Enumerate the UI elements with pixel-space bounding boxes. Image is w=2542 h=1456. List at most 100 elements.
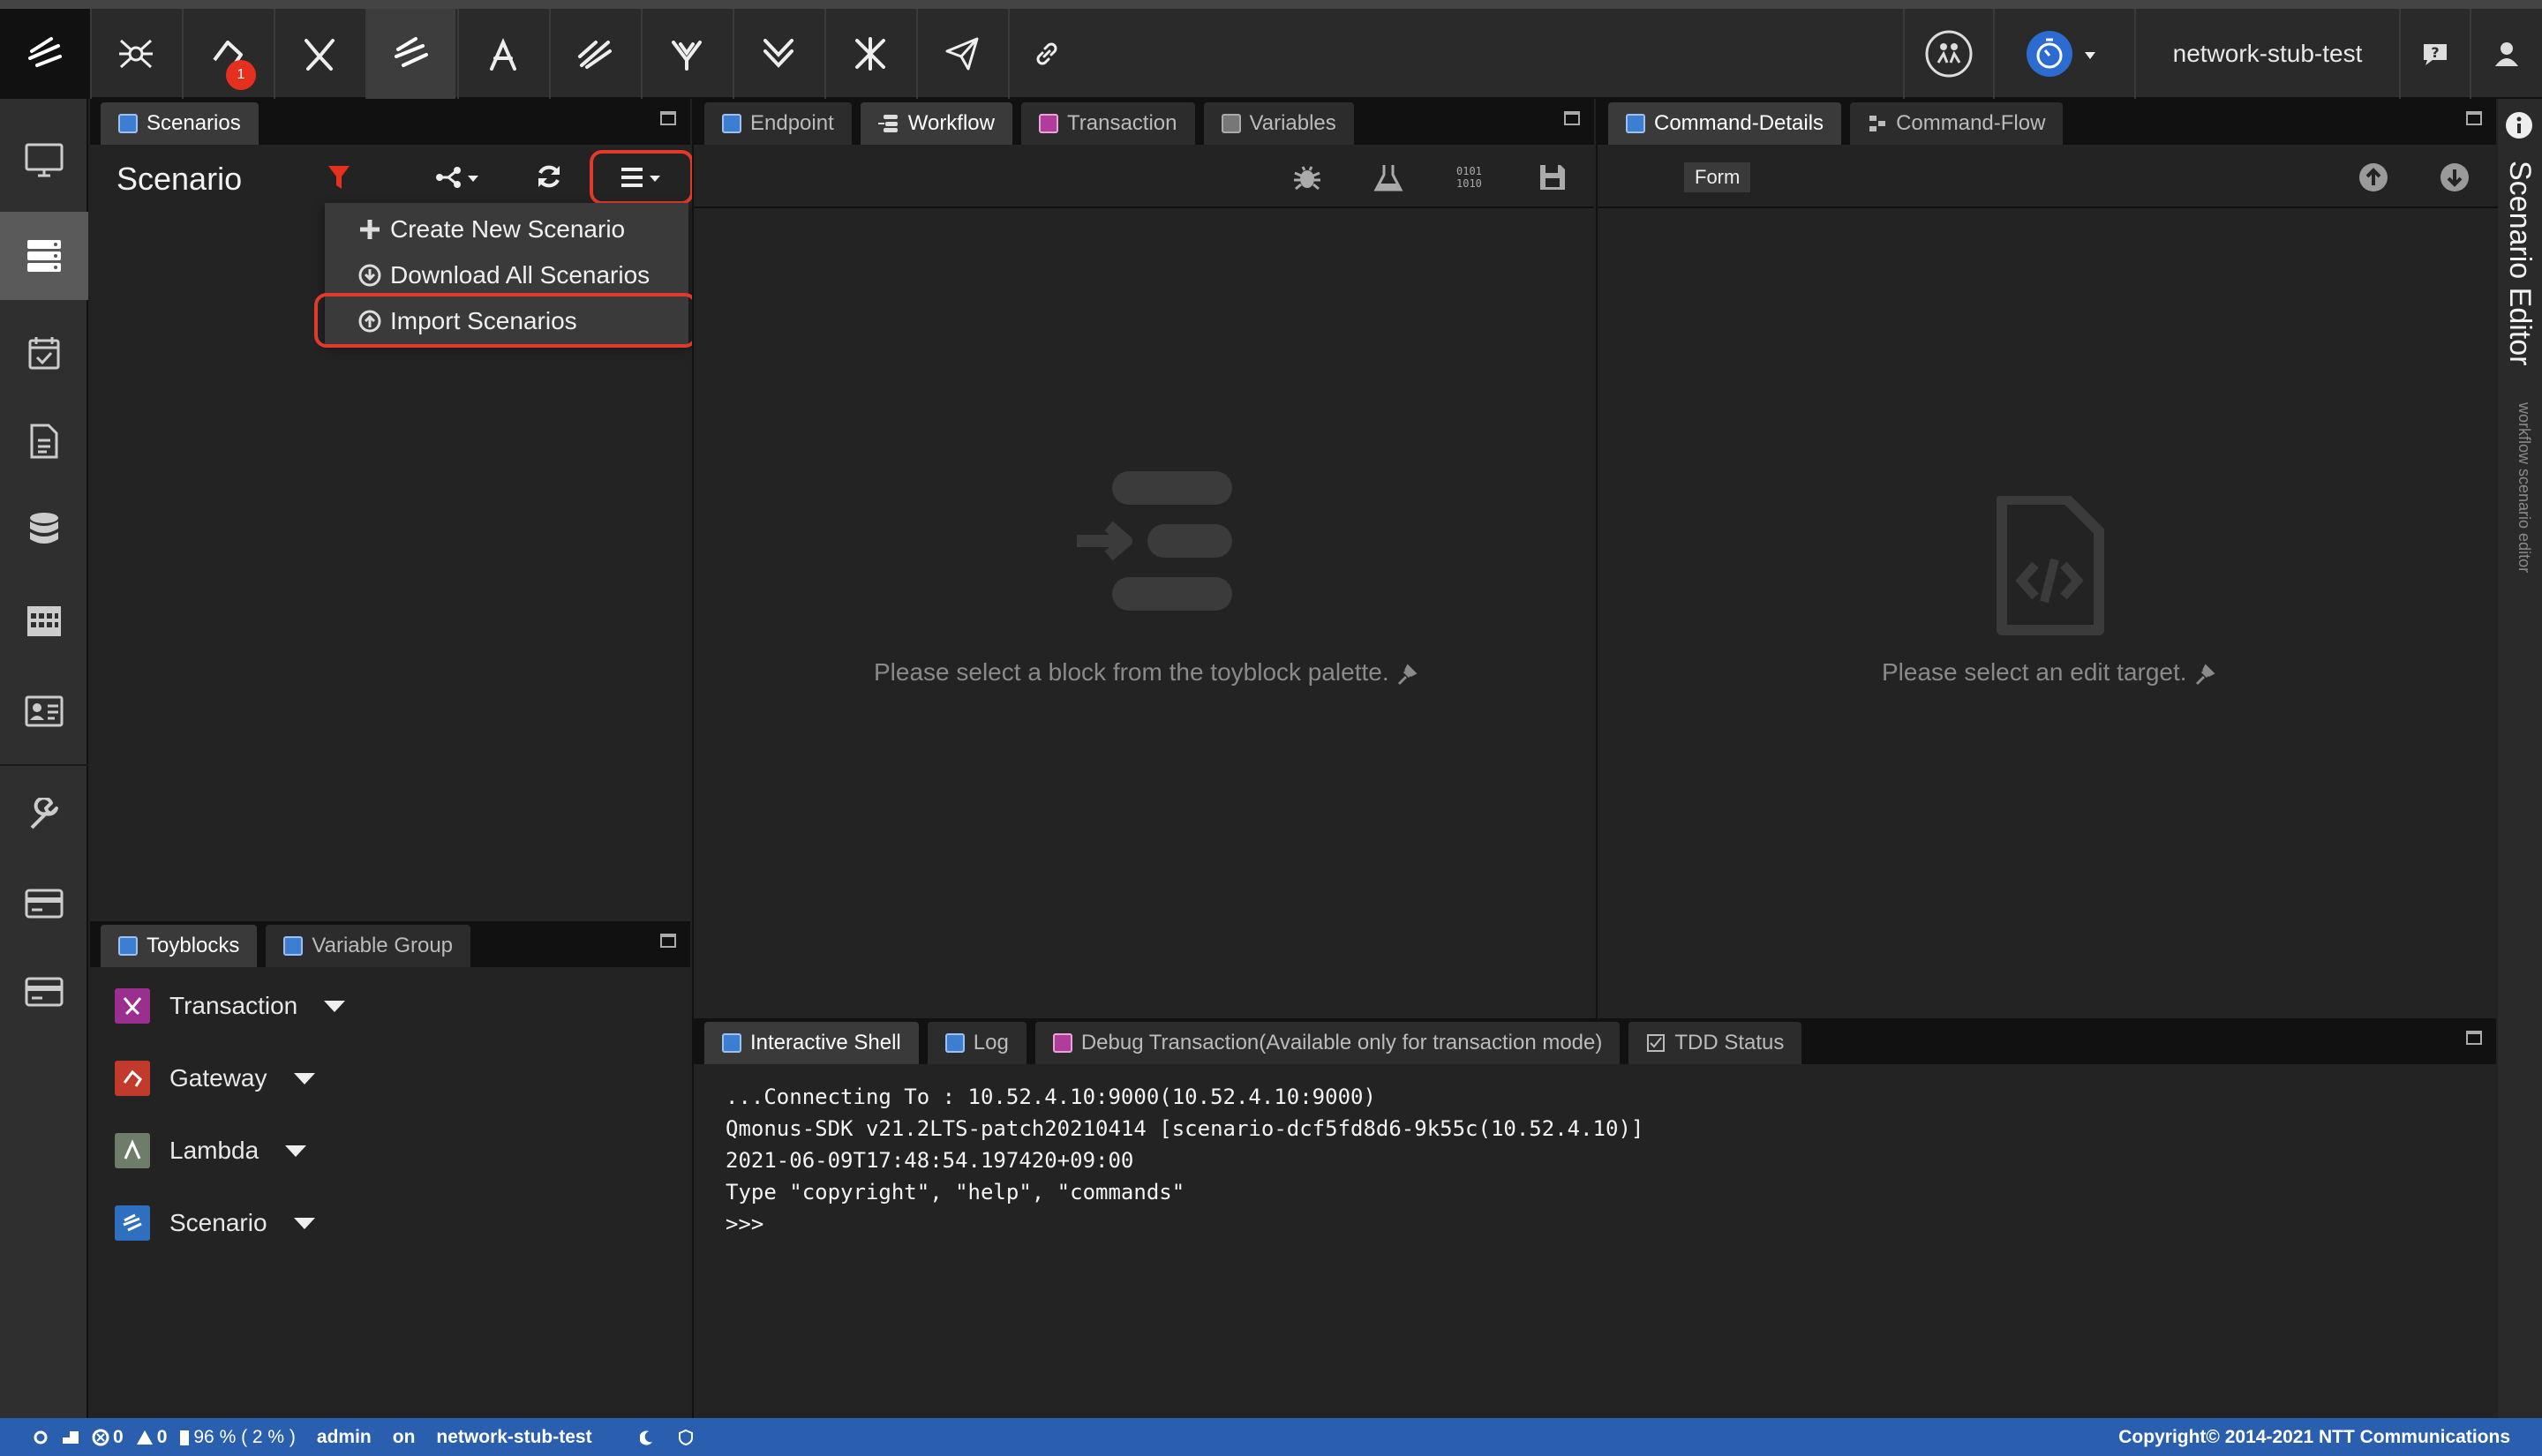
calendar-check-icon[interactable] bbox=[0, 309, 88, 397]
gateway-block-icon bbox=[115, 1061, 150, 1096]
tab-variables[interactable]: Variables bbox=[1203, 102, 1354, 145]
service-icon[interactable] bbox=[641, 9, 731, 99]
save-icon[interactable] bbox=[1538, 162, 1568, 192]
tab-label: Variables bbox=[1249, 111, 1336, 135]
maximize-icon[interactable] bbox=[2466, 111, 2482, 125]
details-placeholder-text: Please select an edit target. bbox=[1882, 658, 2187, 686]
card-icon[interactable] bbox=[0, 859, 88, 948]
refresh-icon[interactable] bbox=[535, 162, 563, 191]
form-button[interactable]: Form bbox=[1684, 162, 1751, 192]
chevron-down-icon[interactable] bbox=[293, 1072, 315, 1084]
svg-text:?: ? bbox=[2431, 44, 2439, 61]
tab-label: Command-Flow bbox=[1896, 111, 2046, 135]
toyblock-transaction[interactable]: Transaction bbox=[115, 987, 346, 1025]
svg-text:0101: 0101 bbox=[1456, 165, 1482, 177]
maximize-icon[interactable] bbox=[1564, 111, 1580, 125]
lambda-icon[interactable] bbox=[457, 9, 547, 99]
tab-label: TDD Status bbox=[1674, 1031, 1785, 1054]
logo-icon[interactable] bbox=[0, 9, 90, 99]
settings-icon[interactable] bbox=[32, 1429, 49, 1446]
info-icon[interactable] bbox=[2505, 111, 2533, 139]
team-icon[interactable] bbox=[1903, 9, 1993, 99]
binary-icon[interactable]: 0101 1010 bbox=[1455, 162, 1485, 192]
scenario-icon[interactable] bbox=[365, 9, 455, 99]
page-title: Scenario bbox=[117, 161, 243, 197]
dark-mode-icon[interactable] bbox=[639, 1430, 654, 1445]
toyblock-lambda[interactable]: Lambda bbox=[115, 1131, 307, 1170]
top-navbar: 1 network-stub-test ? bbox=[0, 0, 2542, 99]
gateway-icon[interactable]: 1 bbox=[182, 9, 272, 99]
workflow-tabbar: Endpoint Workflow Transaction Variables bbox=[694, 99, 1594, 145]
tab-toyblocks[interactable]: Toyblocks bbox=[101, 925, 258, 967]
tab-label: Endpoint bbox=[750, 111, 834, 135]
tab-log[interactable]: Log bbox=[927, 1022, 1027, 1064]
tab-command-details[interactable]: Command-Details bbox=[1608, 102, 1842, 145]
server-list-icon[interactable] bbox=[0, 212, 88, 300]
database-icon[interactable] bbox=[0, 485, 88, 574]
chevron-down-icon[interactable] bbox=[285, 1145, 307, 1157]
log-tab-icon bbox=[944, 1033, 965, 1053]
svg-text:1010: 1010 bbox=[1456, 177, 1482, 190]
toyblocks-tab-icon bbox=[118, 936, 138, 956]
card-alt-icon[interactable] bbox=[0, 948, 88, 1036]
right-rail: Scenario Editor workflow scenario editor bbox=[2498, 99, 2542, 1418]
transaction-icon[interactable] bbox=[274, 9, 364, 99]
project-name[interactable]: network-stub-test bbox=[2134, 9, 2399, 99]
shell-output[interactable]: ...Connecting To : 10.52.4.10:9000(10.52… bbox=[726, 1081, 1643, 1240]
rocket-icon[interactable] bbox=[916, 9, 1006, 99]
timer-icon[interactable] bbox=[1993, 9, 2134, 99]
chevron-down-icon[interactable] bbox=[293, 1217, 315, 1229]
menu-item-create[interactable]: Create New Scenario bbox=[358, 208, 625, 251]
toyblocks-tabbar: Toyblocks Variable Group bbox=[90, 921, 690, 967]
user-icon[interactable] bbox=[2470, 9, 2542, 99]
chevron-down-icon[interactable] bbox=[324, 1000, 346, 1012]
wrench-icon[interactable] bbox=[0, 771, 88, 859]
monitor-icon[interactable] bbox=[0, 116, 88, 205]
id-card-icon[interactable] bbox=[0, 667, 88, 755]
menu-item-download[interactable]: Download All Scenarios bbox=[358, 254, 650, 296]
toyblock-gateway[interactable]: Gateway bbox=[115, 1059, 315, 1098]
tab-variable-group[interactable]: Variable Group bbox=[266, 925, 471, 967]
arrow-up-circle-icon[interactable] bbox=[2358, 162, 2388, 192]
tab-scenarios[interactable]: Scenarios bbox=[101, 102, 259, 145]
endpoint-tab-icon bbox=[722, 114, 741, 133]
import-highlight bbox=[314, 293, 697, 348]
tab-interactive-shell[interactable]: Interactive Shell bbox=[704, 1022, 919, 1064]
toyblock-label: Scenario bbox=[169, 1209, 267, 1236]
shell-line: Type "copyright", "help", "commands" bbox=[726, 1180, 1185, 1205]
document-icon[interactable] bbox=[0, 397, 88, 485]
status-project: network-stub-test bbox=[436, 1426, 592, 1447]
link-icon[interactable] bbox=[1008, 9, 1084, 99]
tab-label: Interactive Shell bbox=[750, 1031, 901, 1054]
spider-icon[interactable] bbox=[90, 9, 180, 99]
component-icon[interactable] bbox=[733, 9, 823, 99]
arrow-down-circle-icon[interactable] bbox=[2440, 162, 2470, 192]
module-icon[interactable] bbox=[824, 9, 914, 99]
tab-workflow[interactable]: Workflow bbox=[860, 102, 1012, 145]
calendar-grid-icon[interactable] bbox=[0, 575, 88, 664]
scenario-block-icon bbox=[115, 1205, 150, 1241]
maximize-icon[interactable] bbox=[2466, 1031, 2482, 1045]
tab-endpoint[interactable]: Endpoint bbox=[704, 102, 852, 145]
transaction-tab-icon bbox=[1039, 114, 1058, 133]
tab-debug-transaction[interactable]: Debug Transaction(Available only for tra… bbox=[1034, 1022, 1621, 1064]
help-icon[interactable]: ? bbox=[2399, 9, 2470, 99]
maximize-icon[interactable] bbox=[660, 934, 676, 948]
branch-dropdown-icon[interactable] bbox=[434, 164, 487, 191]
tab-transaction[interactable]: Transaction bbox=[1021, 102, 1195, 145]
flask-icon[interactable] bbox=[1373, 162, 1403, 192]
pin-icon bbox=[1395, 663, 1418, 686]
toyblock-label: Lambda bbox=[169, 1137, 259, 1164]
toyblock-scenario[interactable]: Scenario bbox=[115, 1204, 315, 1242]
bug-icon[interactable] bbox=[1292, 162, 1322, 192]
flow-icon[interactable] bbox=[549, 9, 639, 99]
tab-command-flow[interactable]: Command-Flow bbox=[1850, 102, 2064, 145]
shell-prompt: >>> bbox=[726, 1212, 764, 1236]
debug-tab-icon bbox=[1052, 1033, 1072, 1053]
left-sidebar bbox=[0, 99, 88, 1418]
tab-label: Log bbox=[973, 1031, 1009, 1054]
maximize-icon[interactable] bbox=[660, 111, 676, 125]
tdd-status-icon bbox=[1647, 1034, 1666, 1052]
filter-icon[interactable] bbox=[327, 164, 351, 191]
tab-tdd-status[interactable]: TDD Status bbox=[1628, 1022, 1802, 1064]
